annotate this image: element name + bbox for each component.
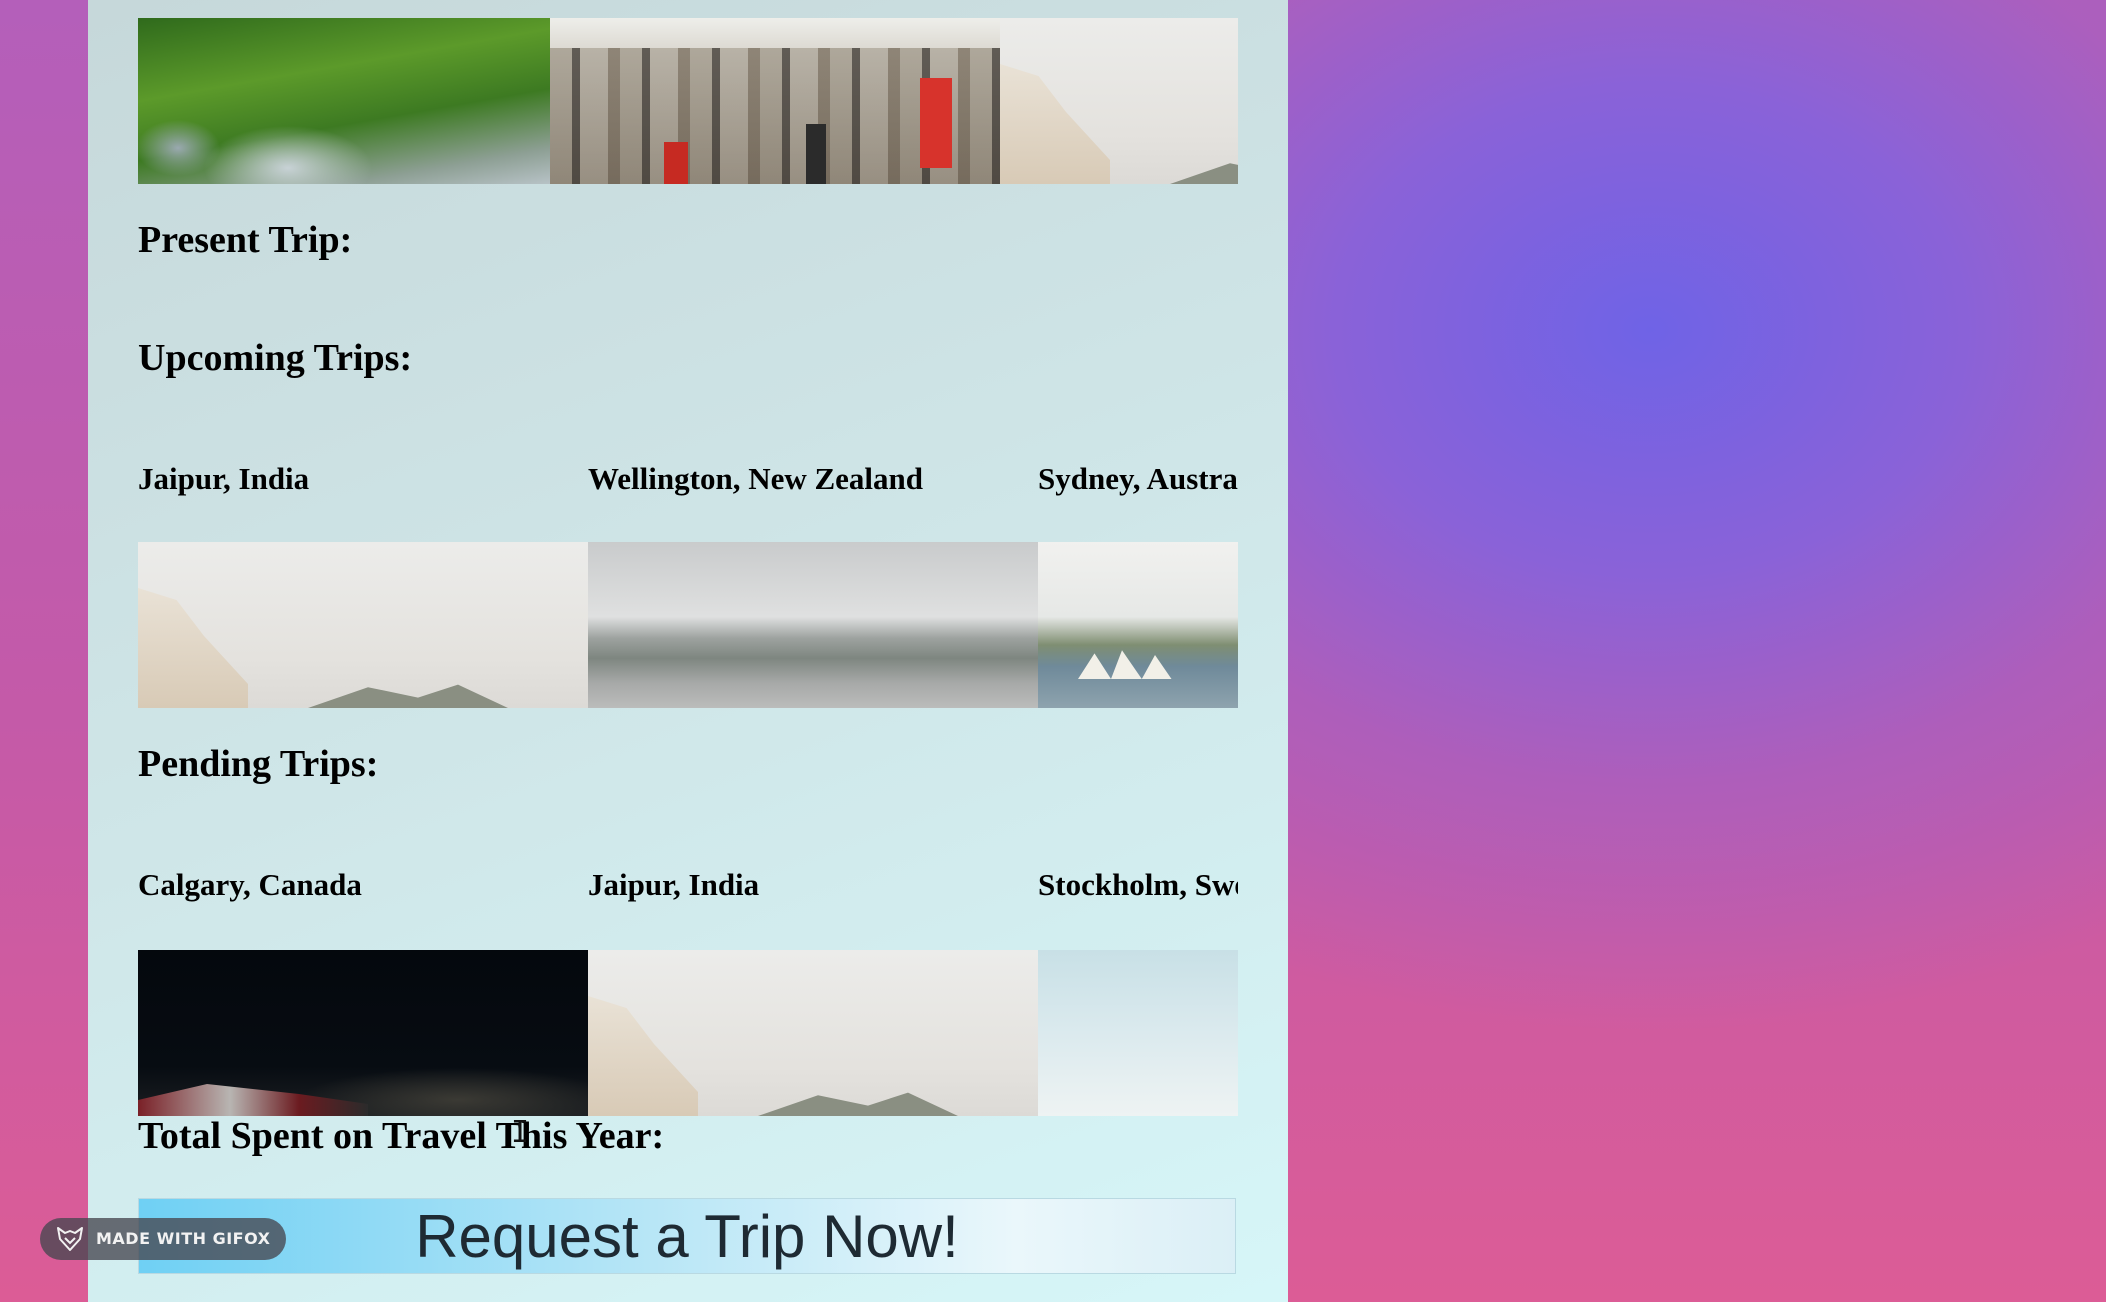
upcoming-trip-name[interactable]: Jaipur, India [138,461,309,497]
upcoming-trip-image-sydney[interactable] [1038,542,1238,708]
pending-image-strip [138,950,1238,1116]
upcoming-trip-names: Jaipur, India Wellington, New Zealand Sy… [138,461,1238,505]
upcoming-trip-image-wellington[interactable] [588,542,1038,708]
pending-trip-name[interactable]: Stockholm, Sweden [1038,867,1238,903]
pending-trip-image-calgary[interactable] [138,950,588,1116]
pending-trips-heading: Pending Trips: [138,743,379,785]
present-trip-heading: Present Trip: [138,219,353,261]
fox-icon [57,1227,83,1251]
upcoming-trip-name[interactable]: Sydney, Australia [1038,461,1238,497]
request-trip-button[interactable]: Request a Trip Now! [138,1198,1236,1274]
pending-trip-name[interactable]: Calgary, Canada [138,867,362,903]
upcoming-trip-name[interactable]: Wellington, New Zealand [588,461,923,497]
top-image-strip [138,18,1238,184]
text-cursor-icon: Ι [511,1115,530,1150]
pending-trip-image-stockholm[interactable] [1038,950,1238,1116]
gifox-label: MADE WITH GIFOX [96,1229,271,1248]
upcoming-image-strip [138,542,1238,708]
main-panel: Present Trip: Upcoming Trips: Jaipur, In… [88,0,1288,1302]
city-street-image [550,18,1000,184]
pending-trip-image-jaipur[interactable] [588,950,1038,1116]
upcoming-trip-image-jaipur[interactable] [138,542,588,708]
content-column: Present Trip: Upcoming Trips: Jaipur, In… [138,0,1238,1302]
total-spent-heading: Total Spent on Travel This Year: [138,1115,665,1157]
palace-image [1000,18,1238,184]
pending-trip-name[interactable]: Jaipur, India [588,867,759,903]
pending-trip-names: Calgary, Canada Jaipur, India Stockholm,… [138,867,1238,911]
upcoming-trips-heading: Upcoming Trips: [138,337,413,379]
forest-coast-image [138,18,550,184]
gifox-badge[interactable]: MADE WITH GIFOX [40,1218,287,1260]
